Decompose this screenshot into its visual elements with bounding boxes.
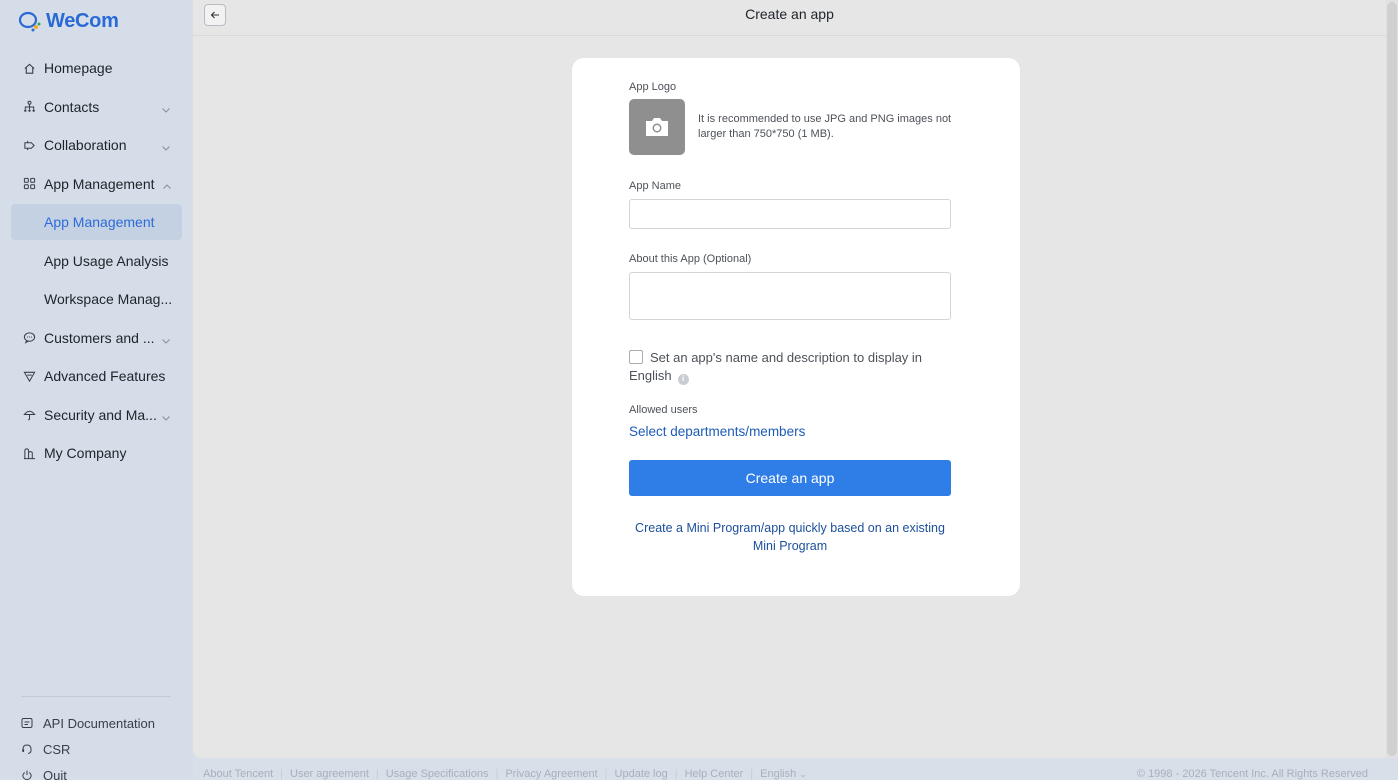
sidebar-item-label: Collaboration: [44, 137, 127, 154]
footer-language-selector[interactable]: English ⌄: [760, 768, 807, 780]
scrollbar[interactable]: [1386, 0, 1398, 758]
footer-separator: |: [280, 768, 283, 780]
footer-link-about[interactable]: About Tencent: [203, 768, 273, 780]
umbrella-icon: [21, 407, 37, 423]
about-app-textarea[interactable]: [629, 272, 951, 320]
footer-link-user-agreement[interactable]: User agreement: [290, 768, 369, 780]
footer-link-privacy[interactable]: Privacy Agreement: [505, 768, 597, 780]
footer-copyright: © 1998 - 2026 Tencent Inc. All Rights Re…: [1136, 768, 1368, 780]
app-name-input[interactable]: [629, 199, 951, 229]
app-logo-hint: It is recommended to use JPG and PNG ima…: [698, 113, 952, 140]
sidebar-divider: [21, 696, 171, 697]
chevron-down-icon: [161, 333, 171, 344]
main-content: Create an app App Logo It is recommended…: [193, 0, 1398, 758]
create-app-form: App Logo It is recommended to use JPG an…: [572, 58, 1020, 596]
about-app-label: About this App (Optional): [629, 253, 752, 265]
sidebar-subitem-workspace-management[interactable]: Workspace Manag...: [0, 280, 193, 319]
app-logo-label: App Logo: [629, 81, 677, 93]
headset-icon: [21, 743, 34, 756]
english-display-label: Set an app's name and description to dis…: [629, 350, 923, 383]
grid-icon: [21, 176, 37, 192]
footer-separator: |: [604, 768, 608, 780]
csr-label: CSR: [43, 741, 71, 757]
wecom-logo-icon: [18, 11, 41, 32]
footer-separator: |: [375, 768, 379, 780]
sidebar-item-label: Security and Ma...: [44, 406, 157, 423]
sidebar-item-app-management[interactable]: App Management: [0, 165, 193, 204]
quit-link[interactable]: Quit: [21, 762, 155, 780]
api-documentation-link[interactable]: API Documentation: [21, 710, 155, 736]
chat-icon: [21, 330, 37, 346]
sidebar-item-label: Customers and ...: [44, 329, 155, 346]
sidebar-bottom-links: API Documentation CSR Quit: [21, 710, 155, 780]
scrollbar-thumb[interactable]: [1387, 2, 1397, 756]
sidebar-item-customers[interactable]: Customers and ...: [0, 319, 193, 358]
app-name-label: App Name: [629, 180, 681, 192]
info-icon[interactable]: i: [677, 373, 689, 385]
create-app-button[interactable]: Create an app: [629, 460, 951, 496]
page-title: Create an app: [745, 6, 834, 22]
sidebar: WeCom Homepage Contacts Collaboration Ap…: [0, 0, 193, 780]
sidebar-item-label: App Management: [44, 175, 155, 192]
footer: About Tencent | User agreement | Usage S…: [193, 758, 1398, 780]
footer-links: About Tencent | User agreement | Usage S…: [203, 768, 807, 780]
brand-name: WeCom: [46, 9, 119, 32]
camera-icon: [646, 118, 668, 136]
sidebar-subitem-app-management[interactable]: App Management: [11, 204, 182, 240]
app-logo-upload[interactable]: [629, 99, 685, 155]
sidebar-item-advanced-features[interactable]: Advanced Features: [0, 357, 193, 396]
csr-link[interactable]: CSR: [21, 736, 155, 762]
chevron-up-icon: [162, 179, 172, 189]
footer-separator: |: [674, 768, 678, 780]
sidebar-item-label: Advanced Features: [44, 368, 166, 385]
api-documentation-label: API Documentation: [43, 715, 156, 731]
chevron-down-icon: [161, 140, 171, 152]
footer-separator: |: [750, 768, 754, 780]
quit-label: Quit: [43, 767, 67, 780]
sidebar-item-contacts[interactable]: Contacts: [0, 88, 193, 127]
wecom-logo[interactable]: WeCom: [18, 9, 119, 33]
chevron-down-icon: ⌄: [799, 769, 807, 779]
select-departments-link[interactable]: Select departments/members: [629, 424, 805, 439]
home-icon: [21, 60, 37, 76]
power-icon: [21, 769, 34, 780]
building-icon: [21, 445, 37, 461]
footer-link-update-log[interactable]: Update log: [615, 768, 668, 780]
footer-link-usage-specifications[interactable]: Usage Specifications: [386, 768, 489, 780]
chevron-down-icon: [161, 102, 171, 113]
language-label: English: [760, 768, 797, 780]
page-header: Create an app: [193, 0, 1386, 36]
english-display-option: Set an app's name and description to dis…: [629, 349, 951, 385]
sidebar-item-label: Homepage: [44, 60, 113, 77]
footer-separator: |: [495, 768, 499, 780]
sidebar-nav: Homepage Contacts Collaboration App Mana…: [0, 49, 193, 473]
mini-program-link[interactable]: Create a Mini Program/app quickly based …: [629, 519, 951, 555]
english-display-checkbox[interactable]: [629, 350, 643, 364]
collaboration-icon: [21, 137, 37, 153]
sidebar-item-label: My Company: [44, 445, 127, 462]
sidebar-subitem-app-usage-analysis[interactable]: App Usage Analysis: [0, 242, 193, 281]
filter-icon: [21, 368, 37, 384]
org-chart-icon: [21, 99, 37, 115]
chevron-down-icon: [161, 410, 171, 421]
sidebar-item-homepage[interactable]: Homepage: [0, 49, 193, 88]
document-icon: [21, 717, 34, 730]
sidebar-item-security[interactable]: Security and Ma...: [0, 396, 193, 435]
footer-link-help-center[interactable]: Help Center: [685, 768, 744, 780]
sidebar-item-my-company[interactable]: My Company: [0, 434, 193, 473]
sidebar-item-label: Contacts: [44, 98, 100, 115]
sidebar-item-collaboration[interactable]: Collaboration: [0, 126, 193, 165]
allowed-users-label: Allowed users: [629, 404, 698, 416]
